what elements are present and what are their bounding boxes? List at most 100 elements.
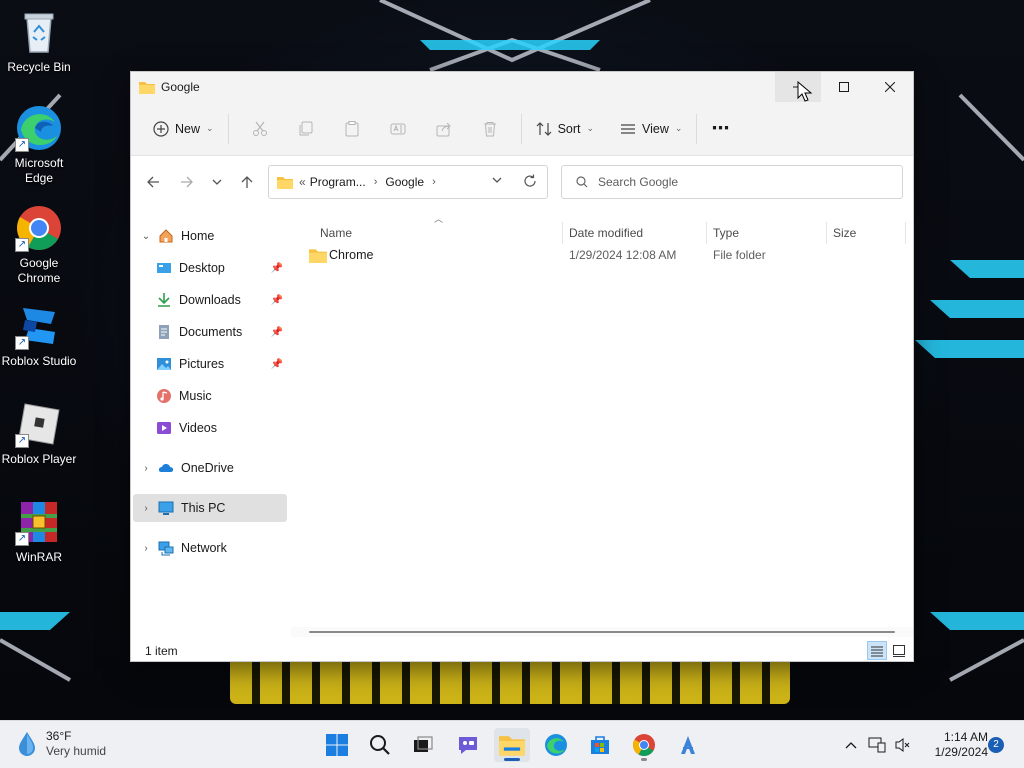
network-icon xyxy=(157,539,175,557)
computer-icon xyxy=(157,499,175,517)
column-divider[interactable] xyxy=(706,222,707,244)
breadcrumb-program-files[interactable]: Program... xyxy=(310,175,366,189)
rename-button[interactable] xyxy=(382,113,414,145)
search-taskbar-button[interactable] xyxy=(362,728,398,762)
volume-button[interactable] xyxy=(890,737,916,753)
file-explorer-taskbar-button[interactable] xyxy=(494,728,530,762)
nav-item-onedrive[interactable]: › OneDrive xyxy=(133,454,287,482)
desktop-icon-roblox-player[interactable]: ↗ Roblox Player xyxy=(0,400,78,467)
column-divider[interactable] xyxy=(562,222,563,244)
chevron-down-icon[interactable]: ⌄ xyxy=(135,231,157,242)
address-dropdown-button[interactable] xyxy=(491,174,503,189)
search-box[interactable] xyxy=(561,165,903,199)
chrome-taskbar-button[interactable] xyxy=(626,728,662,762)
chevron-right-icon[interactable]: › xyxy=(135,503,157,514)
desktop-icon-recycle-bin[interactable]: Recycle Bin xyxy=(0,8,78,75)
edge-taskbar-button[interactable] xyxy=(538,728,574,762)
desktop-icon-label: WinRAR xyxy=(15,550,62,564)
shortcut-arrow-icon: ↗ xyxy=(15,238,29,252)
cut-button[interactable] xyxy=(244,113,276,145)
desktop-icon-roblox-studio[interactable]: ↗ Roblox Studio xyxy=(0,302,78,369)
chevron-right-icon[interactable]: › xyxy=(135,543,157,554)
delete-button[interactable] xyxy=(474,113,506,145)
desktop-icon-chrome[interactable]: ↗ Google Chrome xyxy=(0,204,78,286)
weather-widget[interactable]: 36°F Very humid xyxy=(16,729,106,759)
copy-icon xyxy=(299,121,313,135)
view-button[interactable]: View ⌄ xyxy=(614,113,688,145)
file-date-modified: 1/29/2024 12:08 AM xyxy=(569,248,677,262)
network-status-button[interactable] xyxy=(864,737,890,753)
pinned-app-button[interactable] xyxy=(670,728,706,762)
desktop-icon-winrar[interactable]: ↗ WinRAR xyxy=(0,498,78,565)
nav-item-this-pc[interactable]: › This PC xyxy=(133,494,287,522)
breadcrumb-google[interactable]: Google xyxy=(385,175,424,189)
pin-icon[interactable]: 📌 xyxy=(271,263,283,274)
chrome-icon: ↗ xyxy=(15,204,63,252)
close-button[interactable] xyxy=(867,72,913,102)
column-divider[interactable] xyxy=(905,222,906,244)
microsoft-store-button[interactable] xyxy=(582,728,618,762)
notification-badge[interactable]: 2 xyxy=(988,737,1004,753)
chat-button[interactable] xyxy=(450,728,486,762)
forward-button[interactable] xyxy=(175,170,199,194)
chevron-down-icon: ⌄ xyxy=(206,123,214,133)
file-name: Chrome xyxy=(329,248,374,262)
see-more-button[interactable]: ⋯ xyxy=(705,113,736,145)
humidity-drop-icon xyxy=(19,732,35,756)
large-icons-view-icon xyxy=(893,644,905,657)
home-icon xyxy=(157,227,175,245)
file-list: ︿ Name Date modified Type Size Chrome 1/… xyxy=(291,214,913,622)
recent-locations-button[interactable] xyxy=(205,170,229,194)
pin-icon[interactable]: 📌 xyxy=(271,327,283,338)
chevron-right-icon[interactable]: › xyxy=(432,176,436,188)
nav-item-pictures[interactable]: Pictures 📌 xyxy=(133,350,287,378)
breadcrumb-overflow[interactable]: « xyxy=(299,175,306,189)
table-row[interactable]: Chrome 1/29/2024 12:08 AM File folder xyxy=(301,244,901,268)
nav-item-documents[interactable]: Documents 📌 xyxy=(133,318,287,346)
music-icon xyxy=(155,387,173,405)
app-icon xyxy=(681,736,695,754)
pin-icon[interactable]: 📌 xyxy=(271,359,283,370)
status-bar: 1 item xyxy=(131,639,913,662)
paste-button[interactable] xyxy=(336,113,368,145)
new-button[interactable]: New ⌄ xyxy=(147,113,220,145)
refresh-button[interactable] xyxy=(523,174,537,191)
column-divider[interactable] xyxy=(826,222,827,244)
back-button[interactable] xyxy=(141,170,165,194)
nav-item-home[interactable]: ⌄ Home xyxy=(133,222,287,250)
clock[interactable]: 1:14 AM 1/29/2024 xyxy=(918,730,988,760)
chevron-right-icon[interactable]: › xyxy=(135,463,157,474)
nav-item-desktop[interactable]: Desktop 📌 xyxy=(133,254,287,282)
title-bar[interactable]: Google xyxy=(131,72,913,102)
wallpaper-logo-band xyxy=(230,656,790,704)
nav-item-music[interactable]: Music xyxy=(133,382,287,410)
active-app-indicator xyxy=(504,758,520,761)
maximize-button[interactable] xyxy=(821,72,867,102)
horizontal-scrollbar[interactable] xyxy=(291,627,913,637)
desktop-icon-edge[interactable]: ↗ Microsoft Edge xyxy=(0,104,78,186)
share-button[interactable] xyxy=(428,113,460,145)
nav-item-network[interactable]: › Network xyxy=(133,534,287,562)
recycle-bin-icon xyxy=(15,8,63,56)
nav-item-videos[interactable]: Videos xyxy=(133,414,287,442)
task-view-button[interactable] xyxy=(405,728,441,762)
large-icons-view-button[interactable] xyxy=(889,641,909,660)
up-button[interactable] xyxy=(235,170,259,194)
desktop-icon-label: Microsoft Edge xyxy=(14,156,64,185)
chevron-up-icon xyxy=(845,742,857,749)
navigation-pane: ⌄ Home Desktop 📌 Downloads 📌 Documents 📌… xyxy=(131,218,291,622)
chevron-right-icon[interactable]: › xyxy=(374,176,378,188)
sort-button[interactable]: Sort ⌄ xyxy=(530,113,600,145)
address-bar[interactable]: « Program... › Google › xyxy=(268,165,548,199)
details-view-button[interactable] xyxy=(867,641,887,660)
scrollbar-thumb[interactable] xyxy=(309,631,895,633)
nav-item-downloads[interactable]: Downloads 📌 xyxy=(133,286,287,314)
search-input[interactable] xyxy=(598,175,878,189)
scissors-icon xyxy=(252,121,267,136)
copy-button[interactable] xyxy=(290,113,322,145)
pin-icon[interactable]: 📌 xyxy=(271,295,283,306)
clipboard-icon xyxy=(345,120,359,136)
weather-temperature: 36°F xyxy=(46,729,72,743)
start-button[interactable] xyxy=(319,728,355,762)
show-hidden-icons-button[interactable] xyxy=(838,741,864,749)
